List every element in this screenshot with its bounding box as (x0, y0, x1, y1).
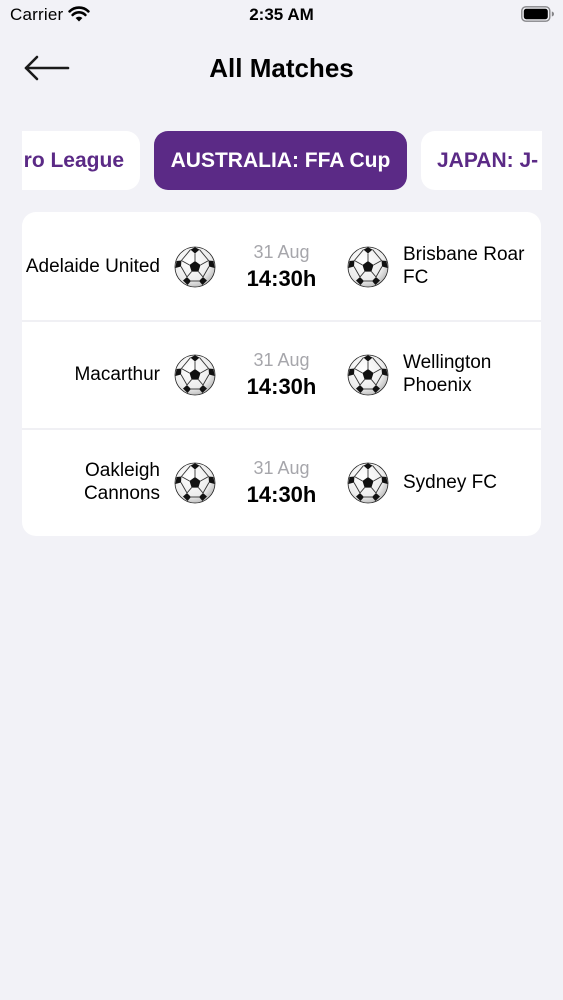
match-row[interactable]: Adelaide United 31 Aug 14:30h Brisbane R… (22, 212, 541, 320)
soccer-ball-icon (347, 246, 389, 288)
match-row[interactable]: Oakleigh Cannons 31 Aug 14:30h Sydney FC (22, 428, 541, 536)
tab-euro-league[interactable]: ro League (22, 131, 140, 190)
status-time: 2:35 AM (249, 5, 314, 24)
match-date: 31 Aug (253, 458, 310, 478)
away-team-name: Brisbane Roar FC (403, 244, 525, 288)
tab-label: ro League (23, 148, 124, 172)
match-time: 14:30h (246, 482, 317, 507)
away-team-name: Sydney FC (403, 471, 497, 493)
soccer-ball-icon (174, 354, 216, 396)
soccer-ball-icon (347, 354, 389, 396)
match-time: 14:30h (246, 266, 317, 291)
match-time: 14:30h (246, 374, 317, 399)
match-date: 31 Aug (253, 242, 310, 262)
status-bar: Carrier 2:35 AM (0, 0, 563, 30)
matches-list: Adelaide United 31 Aug 14:30h Brisbane R… (22, 212, 541, 536)
home-team-name: Macarthur (74, 363, 160, 385)
match-date: 31 Aug (253, 350, 310, 370)
tab-japan-j-league[interactable]: JAPAN: J- (421, 131, 542, 190)
tab-label: JAPAN: J- (437, 148, 539, 172)
soccer-ball-icon (347, 462, 389, 504)
soccer-ball-icon (174, 462, 216, 504)
page-title: All Matches (209, 53, 354, 83)
battery-icon (521, 6, 554, 22)
league-tabs[interactable]: ro League AUSTRALIA: FFA Cup JAPAN: J- (22, 130, 542, 192)
home-team-name: Oakleigh Cannons (83, 460, 160, 504)
screen: Carrier 2:35 AM All Matches ro League AU… (0, 0, 563, 1000)
home-team-name: Adelaide United (25, 255, 160, 277)
tab-australia-ffa-cup[interactable]: AUSTRALIA: FFA Cup (154, 131, 407, 190)
tab-label: AUSTRALIA: FFA Cup (170, 148, 391, 172)
match-row[interactable]: Macarthur 31 Aug 14:30h Wellington Phoen… (22, 320, 541, 428)
away-team-name: Wellington Phoenix (403, 352, 492, 396)
soccer-ball-icon (174, 246, 216, 288)
